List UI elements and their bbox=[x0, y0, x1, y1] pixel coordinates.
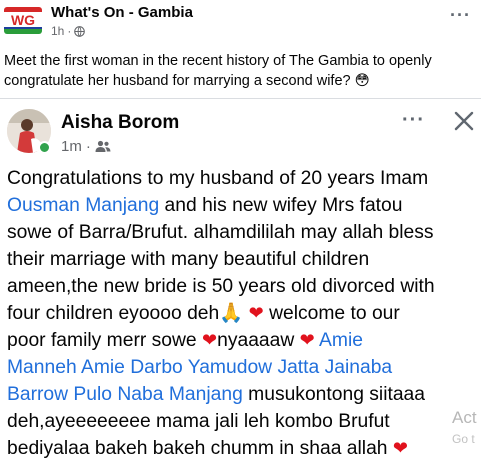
activate-windows-watermark: Act bbox=[452, 408, 477, 427]
body-line: their marriage with many beautiful child… bbox=[7, 246, 481, 273]
body-line: sowe of Barra/Brufut. alhamdilila​h may … bbox=[7, 219, 481, 246]
heart-emoji-icon: ❤ bbox=[392, 438, 408, 458]
heart-emoji-icon: ❤ bbox=[248, 303, 264, 323]
body-line: ameen,the new bride is 50 years old divo… bbox=[7, 273, 481, 300]
heart-emoji-icon: ❤ bbox=[299, 330, 315, 350]
body-text-segment: four children eyoooo deh bbox=[7, 303, 220, 324]
body-line: Ousman Manjang and his new wifey Mrs fat… bbox=[7, 192, 481, 219]
online-status-dot bbox=[38, 141, 51, 154]
body-text-segment: welcome to our bbox=[263, 303, 400, 324]
mention-link[interactable]: Manneh Amie Darbo Yamudow Jatta Jainaba bbox=[7, 357, 392, 378]
body-text-segment: bediyalaa bakeh bakeh chumm in shaa alla… bbox=[7, 438, 393, 459]
praying-hands-emoji-icon: 🙏 bbox=[219, 303, 244, 324]
embedded-time[interactable]: 1m bbox=[61, 138, 82, 155]
body-text-segment: nyaaaaw bbox=[217, 330, 300, 351]
body-line: bediyalaa bakeh bakeh chumm in shaa alla… bbox=[7, 435, 481, 462]
close-icon bbox=[454, 111, 474, 131]
post-caption: Meet the first woman in the recent histo… bbox=[4, 53, 432, 89]
body-line: deh,ayeeeeeeee mama jali leh kombo Brufu… bbox=[7, 408, 481, 435]
post-header: WG What's On - Gambia 1h · ··· bbox=[0, 0, 481, 44]
mention-link[interactable]: Barrow Pulo Naba Manjang bbox=[7, 384, 243, 405]
post-meta: 1h · bbox=[51, 24, 86, 38]
mention-link[interactable]: Amie bbox=[319, 330, 363, 351]
body-text-segment: their marriage with many beautiful child… bbox=[7, 249, 370, 270]
friends-audience-icon bbox=[95, 140, 111, 152]
embedded-post-body: Congratulations to my husband of 20 year… bbox=[7, 165, 481, 462]
page-name[interactable]: What's On - Gambia bbox=[51, 4, 193, 21]
page-logo-image: WG bbox=[4, 7, 42, 34]
separator-dot: · bbox=[85, 138, 91, 155]
page-logo[interactable]: WG bbox=[4, 7, 42, 34]
body-line: Manneh Amie Darbo Yamudow Jatta Jainaba bbox=[7, 354, 481, 381]
body-line: poor family merr sowe ❤nyaaaaw ❤ Amie bbox=[7, 327, 481, 354]
body-line: Congratulations to my husband of 20 year… bbox=[7, 165, 481, 192]
post-options-button[interactable]: ··· bbox=[450, 6, 471, 24]
author-meta: 1m · bbox=[61, 138, 111, 155]
body-text-segment: poor family merr sowe bbox=[7, 330, 203, 351]
post-time[interactable]: 1h bbox=[51, 24, 64, 38]
svg-text:WG: WG bbox=[11, 12, 35, 28]
body-text-segment: sowe of Barra/Brufut. alhamdilila​h may … bbox=[7, 222, 434, 243]
author-name[interactable]: Aisha Borom bbox=[61, 112, 179, 134]
body-text-segment: musukontong siitaaa bbox=[242, 384, 426, 405]
activate-windows-subtext: Go t bbox=[452, 432, 475, 446]
embedded-options-icon: ··· bbox=[402, 109, 425, 131]
body-text-segment: ameen,the new bride is 50 years old divo… bbox=[7, 276, 435, 297]
body-text-segment: deh,ayeeeeeeee mama jali leh kombo Brufu… bbox=[7, 411, 390, 432]
globe-icon bbox=[74, 25, 86, 37]
separator-dot: · bbox=[67, 24, 72, 38]
body-line: four children eyoooo deh🙏 ❤ welcome to o… bbox=[7, 300, 481, 327]
body-text-segment: Congratulations to my husband of 20 year… bbox=[7, 168, 429, 189]
shared-screenshot: Aisha Borom 1m · ··· Congratulations to … bbox=[0, 98, 481, 463]
heart-emoji-icon: ❤ bbox=[202, 330, 218, 350]
mention-link[interactable]: Ousman Manjang bbox=[7, 195, 159, 216]
body-line: Barrow Pulo Naba Manjang musukontong sii… bbox=[7, 381, 481, 408]
body-text-segment: and his new wifey Mrs fatou bbox=[159, 195, 403, 216]
